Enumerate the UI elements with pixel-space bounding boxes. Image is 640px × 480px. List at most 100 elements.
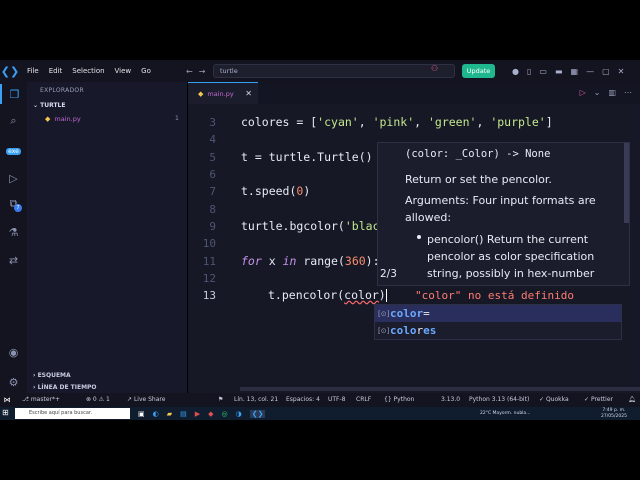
timeline-section[interactable]: › LÍNEA DE TIEMPO — [33, 384, 97, 391]
remote-indicator-icon[interactable]: ⋈ — [0, 393, 14, 407]
status-bell-icon[interactable]: ⚑ — [218, 393, 223, 407]
layout-icon[interactable]: ▯ — [527, 67, 531, 76]
run-debug-icon[interactable]: ▷ — [0, 168, 27, 188]
menu-file[interactable]: File — [22, 60, 44, 82]
code-token: x — [261, 254, 283, 268]
doc-line: Arguments: Four input formats are allowe… — [405, 194, 596, 224]
menu-selection[interactable]: Selection — [67, 60, 109, 82]
close-tab-icon[interactable]: ✕ — [245, 89, 252, 98]
tab-main-py[interactable]: ◆ main.py ✕ — [188, 82, 258, 104]
account-icon[interactable]: ● — [512, 67, 519, 76]
status-position[interactable]: Lín. 13, col. 21 — [234, 393, 278, 407]
horizontal-scrollbar[interactable] — [240, 387, 640, 391]
toggle-panel-icon[interactable]: ▬ — [555, 67, 563, 76]
clock-time: 7:49 p. m. — [602, 408, 626, 413]
menu-view[interactable]: View — [110, 60, 137, 82]
screen: ❮❯ File Edit Selection View Go ← → turtl… — [0, 0, 640, 480]
status-quokka[interactable]: ✓ Quokka — [539, 393, 569, 407]
string-token: 'cyan' — [317, 115, 359, 129]
editor-actions: ▷ ⌄ ▥ ⋯ — [580, 88, 632, 97]
line-number: 12 — [202, 272, 216, 285]
status-branch[interactable]: ⎇ master*+ — [22, 393, 60, 407]
code-token: ) — [303, 184, 311, 198]
copilot-icon[interactable]: ⚇ — [431, 64, 438, 73]
weather-widget[interactable]: 22°C Mayorm. nubla... — [480, 407, 530, 420]
string-token: 'blac — [344, 219, 380, 233]
status-eol[interactable]: CRLF — [356, 393, 371, 407]
explorer-icon[interactable]: ❐ — [0, 84, 27, 104]
minimap[interactable] — [630, 104, 640, 393]
suggestion-item[interactable]: [⊙] colores — [375, 322, 621, 339]
code-token: t.pencolor( — [268, 288, 345, 302]
store-icon[interactable]: ▤ — [180, 410, 187, 418]
status-problems[interactable]: ⊗ 0 ⚠ 1 — [86, 393, 110, 407]
outline-section[interactable]: › ESQUEMA — [33, 372, 71, 379]
folder-turtle[interactable]: ⌄ TURTLE — [33, 102, 65, 109]
forward-arrow-icon[interactable]: → — [199, 67, 206, 76]
code-token: range( — [296, 254, 345, 268]
explorer-sidebar: EXPLORADOR ⌄ TURTLE ◆ main.py 1 › ESQUEM… — [27, 82, 187, 393]
testing-icon[interactable]: ⚗ — [0, 222, 27, 242]
signature-text: (color: _Color) -> None — [405, 148, 551, 160]
string-token: 'pink' — [372, 115, 415, 129]
status-live-share[interactable]: ↗ Live Share — [127, 393, 165, 407]
remote-explorer-icon[interactable]: ⇄ — [0, 250, 27, 270]
overload-pager[interactable]: 2/3 — [380, 268, 397, 280]
popup-scrollbar[interactable] — [624, 143, 629, 223]
file-main-py[interactable]: ◆ main.py — [45, 115, 81, 123]
taskbar-clock[interactable]: 7:49 p. m. 27/05/2025 — [601, 408, 627, 419]
windows-start-icon[interactable]: ⊞ — [2, 408, 9, 417]
code-line-5: t = turtle.Turtle() — [241, 150, 373, 164]
accounts-icon[interactable]: ◉ — [0, 342, 27, 362]
variable-icon: [⊙] — [378, 309, 390, 318]
manage-gear-icon[interactable]: ⚙ — [0, 372, 27, 392]
python-file-icon: ◆ — [198, 89, 204, 98]
app-icon[interactable]: ◆ — [208, 410, 213, 418]
explorer-title: EXPLORADOR — [40, 87, 84, 94]
run-file-icon[interactable]: ▷ — [580, 88, 586, 97]
run-dropdown-icon[interactable]: ⌄ — [594, 88, 601, 97]
edge-icon[interactable]: ◐ — [153, 410, 159, 418]
file-explorer-icon[interactable]: ▰ — [167, 410, 172, 418]
suggestion-text: colores — [390, 324, 436, 337]
line-number: 7 — [209, 185, 216, 198]
customize-layout-icon[interactable]: ▦ — [571, 67, 579, 76]
app-icon[interactable]: ◑ — [236, 410, 242, 418]
menu-edit[interactable]: Edit — [44, 60, 68, 82]
split-editor-icon[interactable]: ▥ — [608, 88, 616, 97]
suggestion-list: [⊙] color= [⊙] colores — [374, 304, 622, 340]
tab-label: main.py — [207, 89, 234, 98]
menu-go[interactable]: Go — [136, 60, 156, 82]
python-file-icon: ◆ — [45, 115, 51, 123]
chrome-icon[interactable]: ◎ — [222, 410, 228, 418]
notifications-bell-icon[interactable]: 🔔︎ — [628, 393, 636, 407]
line-number: 9 — [209, 220, 216, 233]
status-language[interactable]: {} Python — [384, 393, 414, 407]
minimize-icon[interactable]: — — [586, 67, 594, 76]
status-indent[interactable]: Espacios: 4 — [286, 393, 320, 407]
suggestion-item-selected[interactable]: [⊙] color= — [375, 305, 621, 322]
toggle-sidebar-icon[interactable]: ▭ — [539, 67, 547, 76]
status-encoding[interactable]: UTF-8 — [328, 393, 346, 407]
taskbar-apps: ▣ ◐ ▰ ▤ ▶ ◆ ◎ ◑ ❮❯ — [138, 407, 266, 420]
live-share-label: Live Share — [133, 396, 166, 403]
back-arrow-icon[interactable]: ← — [186, 67, 193, 76]
vscode-taskbar-icon[interactable]: ❮❯ — [249, 409, 266, 418]
update-button[interactable]: Update — [462, 64, 495, 78]
language-label: Python — [393, 396, 415, 403]
search-icon[interactable]: ⌕ — [0, 111, 27, 131]
python-env-icon[interactable]: exe — [0, 141, 27, 161]
media-icon[interactable]: ▶ — [195, 410, 200, 418]
status-prettier[interactable]: ✓ Prettier — [584, 393, 613, 407]
command-center-search[interactable]: turtle — [213, 64, 455, 78]
status-python-version[interactable]: 3.13.0 — [441, 393, 460, 407]
extensions-badge: 7 — [14, 204, 22, 212]
maximize-icon[interactable]: ▢ — [602, 67, 610, 76]
text-cursor — [385, 289, 387, 302]
close-window-icon[interactable]: ✕ — [618, 67, 625, 76]
taskbar-search-box[interactable]: Escribe aquí para buscar. — [15, 408, 130, 419]
task-view-icon[interactable]: ▣ — [138, 410, 145, 418]
status-interpreter[interactable]: Python 3.13 (64-bit) — [469, 393, 529, 407]
more-actions-icon[interactable]: ⋯ — [624, 88, 632, 97]
extensions-icon[interactable]: ⧉ 7 — [0, 194, 27, 214]
